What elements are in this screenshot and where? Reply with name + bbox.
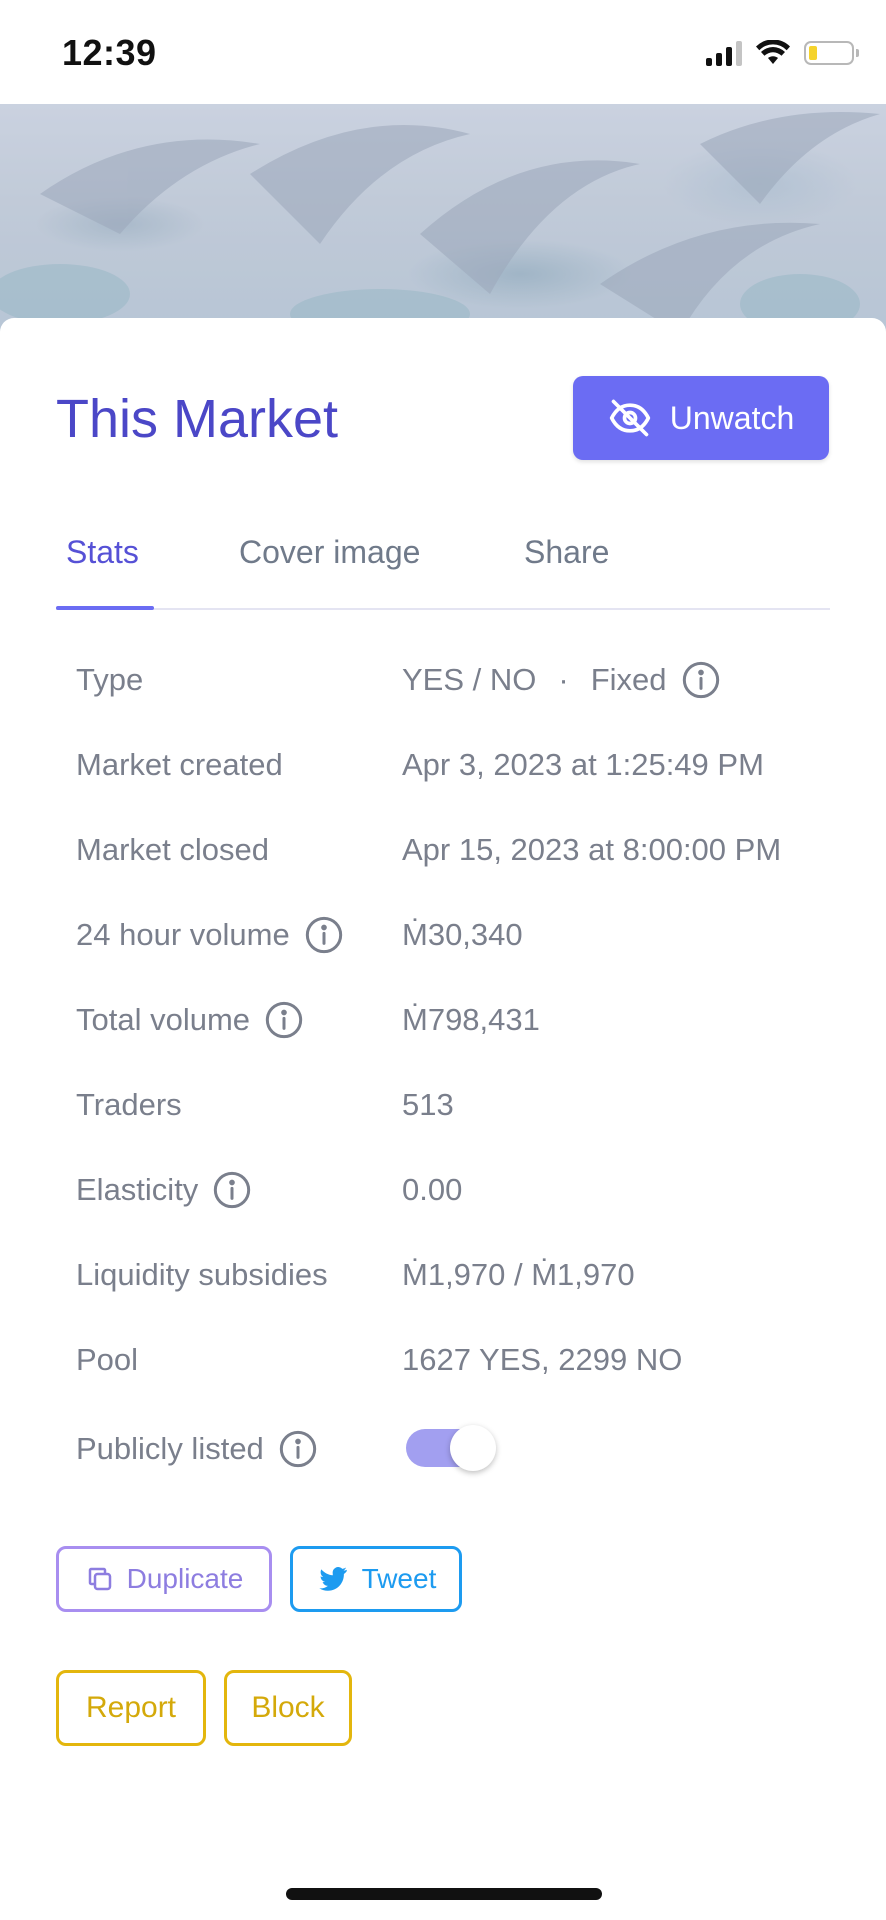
stat-value: 1627 YES, 2299 NO: [402, 1342, 683, 1377]
unwatch-label: Unwatch: [669, 399, 795, 436]
tweet-label: Tweet: [361, 1563, 437, 1594]
duplicate-button[interactable]: Duplicate: [56, 1546, 272, 1612]
active-tab-indicator: [56, 606, 154, 610]
stat-value: Ṁ798,431: [402, 1002, 540, 1037]
stat-value: Ṁ1,970 / Ṁ1,970: [402, 1257, 635, 1292]
stat-value: 0.00: [402, 1172, 463, 1207]
stat-label: Traders: [76, 1087, 182, 1122]
market-title: This Market: [56, 389, 339, 449]
publicly-listed-toggle[interactable]: [406, 1425, 496, 1471]
duplicate-label: Duplicate: [126, 1563, 244, 1594]
separator: ·: [558, 662, 569, 697]
status-icons: [706, 38, 859, 68]
stat-row-market-closed: Market closed Apr 15, 2023 at 8:00:00 PM: [76, 828, 856, 913]
market-kind-value: YES / NO: [402, 662, 537, 697]
stat-value: 513: [402, 1087, 454, 1122]
tab-bar: Stats Cover image Share: [56, 518, 830, 610]
stat-label: Liquidity subsidies: [76, 1257, 328, 1292]
battery-icon: [804, 41, 859, 65]
home-indicator[interactable]: [286, 1888, 602, 1900]
stat-row-elasticity: Elasticity 0.00: [76, 1168, 856, 1253]
unwatch-button[interactable]: Unwatch: [573, 376, 829, 460]
stat-label: Market created: [76, 747, 283, 782]
info-icon[interactable]: [212, 1170, 252, 1210]
stat-row-type: Type YES / NO · Fixed: [76, 658, 856, 743]
stat-label: 24 hour volume: [76, 917, 290, 952]
status-bar: 12:39: [0, 0, 886, 104]
report-button[interactable]: Report: [56, 1670, 206, 1746]
stat-label: Publicly listed: [76, 1431, 264, 1466]
stat-row-traders: Traders 513: [76, 1083, 856, 1168]
report-label: Report: [85, 1691, 177, 1724]
stat-value: Apr 3, 2023 at 1:25:49 PM: [402, 747, 764, 782]
stat-row-market-created: Market created Apr 3, 2023 at 1:25:49 PM: [76, 743, 856, 828]
stats-table: Type YES / NO · Fixed Market created Apr…: [76, 658, 856, 1512]
market-mode-value: Fixed: [590, 662, 667, 697]
stat-label: Type: [76, 662, 144, 697]
stat-row-publicly-listed: Publicly listed: [76, 1425, 856, 1512]
stat-label: Total volume: [76, 1002, 251, 1037]
tweet-button[interactable]: Tweet: [290, 1546, 462, 1612]
twitter-bird-icon: [318, 1567, 347, 1591]
tab-share[interactable]: Share: [524, 534, 609, 571]
eye-off-icon: [609, 399, 650, 437]
stat-row-24h-volume: 24 hour volume Ṁ30,340: [76, 913, 856, 998]
info-icon[interactable]: [278, 1429, 318, 1469]
stat-label: Pool: [76, 1342, 139, 1377]
stat-row-liquidity-subsidies: Liquidity subsidies Ṁ1,970 / Ṁ1,970: [76, 1253, 856, 1338]
block-button[interactable]: Block: [224, 1670, 352, 1746]
stat-label: Market closed: [76, 832, 269, 867]
stat-value: Ṁ30,340: [402, 917, 523, 952]
tab-stats[interactable]: Stats: [66, 534, 139, 571]
stat-label: Elasticity: [76, 1172, 199, 1207]
clock: 12:39: [62, 32, 157, 73]
info-icon[interactable]: [681, 660, 721, 700]
copy-icon: [88, 1567, 111, 1591]
stat-row-total-volume: Total volume Ṁ798,431: [76, 998, 856, 1083]
info-icon[interactable]: [264, 1000, 304, 1040]
cover-image: [0, 104, 886, 340]
stat-value: Apr 15, 2023 at 8:00:00 PM: [402, 832, 782, 867]
info-icon[interactable]: [304, 915, 344, 955]
stat-row-pool: Pool 1627 YES, 2299 NO: [76, 1338, 856, 1423]
block-label: Block: [251, 1691, 325, 1724]
tab-cover-image[interactable]: Cover image: [239, 534, 420, 571]
market-card: This Market Unwatch Stats Cover image Sh…: [0, 318, 886, 1838]
wifi-icon: [756, 40, 790, 64]
cellular-signal-icon: [706, 40, 742, 66]
